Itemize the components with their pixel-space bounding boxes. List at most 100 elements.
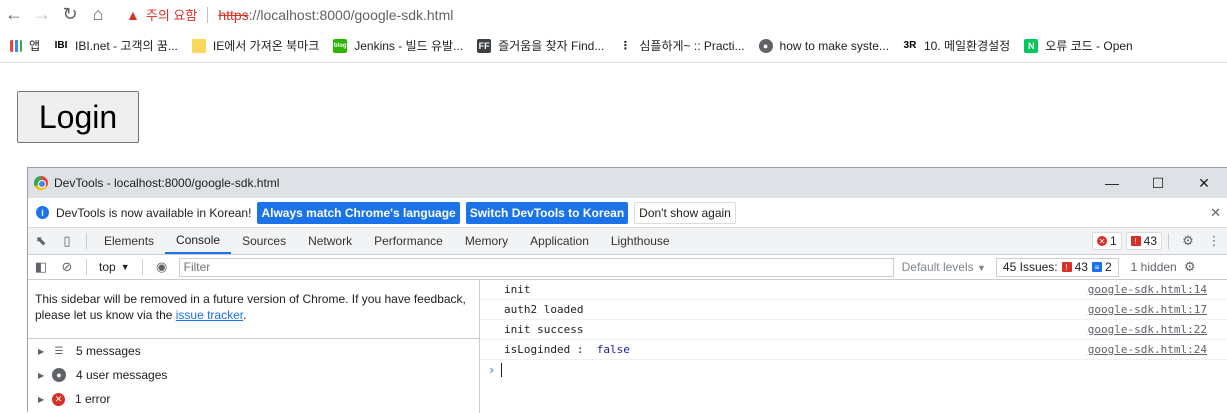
context-selector[interactable]: top ▼ <box>93 260 136 274</box>
console-filterbar: ◧ ⊘ top ▼ ◉ Default levels ▼ 45 Issues: … <box>28 255 1227 280</box>
ff-icon: FF <box>477 38 492 53</box>
eye-icon[interactable]: ◉ <box>149 254 175 280</box>
blog-icon: blog <box>333 38 348 53</box>
error-count-badge[interactable]: ✕ 1 <box>1091 232 1122 250</box>
folder-icon <box>191 38 206 53</box>
hidden-count: 1 hidden <box>1130 260 1177 274</box>
maximize-icon[interactable]: ☐ <box>1135 175 1181 192</box>
console-output: init google-sdk.html:14 auth2 loaded goo… <box>480 280 1227 413</box>
tab-memory[interactable]: Memory <box>454 228 519 254</box>
error-icon: ✕ <box>52 392 65 406</box>
3r-icon: 3R <box>903 40 917 51</box>
issues-button[interactable]: 45 Issues: ! 43 ≡ 2 <box>995 257 1119 277</box>
login-button[interactable]: Login <box>17 91 139 143</box>
tab-sources[interactable]: Sources <box>231 228 297 254</box>
list-icon: ☰ <box>54 345 64 357</box>
expand-caret-icon[interactable]: ▶ <box>38 371 52 380</box>
close-icon[interactable]: ✕ <box>1181 175 1227 192</box>
source-link[interactable]: google-sdk.html:17 <box>1088 303 1207 316</box>
warning-count-badge[interactable]: ! 43 <box>1125 232 1162 250</box>
tab-elements[interactable]: Elements <box>93 228 165 254</box>
inspect-element-icon[interactable]: ⬉ <box>28 228 54 254</box>
bookmark-ibi[interactable]: IBI IBI.net - 고객의 꿈... <box>54 37 178 54</box>
bookmark-howto[interactable]: ● how to make syste... <box>758 38 889 53</box>
toolbar-divider <box>86 233 87 249</box>
minimize-icon[interactable]: — <box>1089 175 1135 192</box>
chrome-logo-icon <box>34 176 48 190</box>
info-icon: i <box>36 206 49 219</box>
console-log-row: init google-sdk.html:14 <box>480 280 1227 300</box>
console-log-row: isLoginded : false google-sdk.html:24 <box>480 340 1227 360</box>
address-divider <box>207 6 209 23</box>
sidebar-item-user-messages[interactable]: ▶ ● 4 user messages <box>28 363 479 387</box>
ibi-icon: IBI <box>54 40 68 51</box>
console-log-row: auth2 loaded google-sdk.html:17 <box>480 300 1227 320</box>
bookmarks-bar: 앱 IBI IBI.net - 고객의 꿈... IE에서 가져온 북마크 bl… <box>0 29 1227 63</box>
chevron-down-icon: ▼ <box>977 263 986 273</box>
warning-icon: ! <box>1130 236 1141 246</box>
chevron-down-icon: ▼ <box>120 262 130 272</box>
expand-caret-icon[interactable]: ▶ <box>38 347 52 356</box>
text-cursor <box>501 363 503 377</box>
forward-arrow-icon[interactable]: → <box>28 1 56 29</box>
url-scheme: https <box>218 6 249 23</box>
issue-tracker-link[interactable]: issue tracker <box>176 308 243 322</box>
dont-show-again-button[interactable]: Don't show again <box>634 201 736 224</box>
bookmark-apps[interactable]: 앱 <box>10 37 40 54</box>
console-prompt[interactable]: › <box>480 360 1227 380</box>
tab-performance[interactable]: Performance <box>363 228 454 254</box>
expand-caret-icon[interactable]: ▶ <box>38 395 52 404</box>
tab-network[interactable]: Network <box>297 228 363 254</box>
sidebar-item-messages[interactable]: ▶ ☰ 5 messages <box>28 339 479 363</box>
device-toolbar-icon[interactable]: ▯ <box>54 228 80 254</box>
tab-lighthouse[interactable]: Lighthouse <box>600 228 681 254</box>
back-arrow-icon[interactable]: ← <box>0 1 28 29</box>
toolbar-divider <box>141 259 143 275</box>
user-icon: ● <box>52 368 66 382</box>
bookmark-jenkins[interactable]: blog Jenkins - 빌드 유발... <box>333 37 463 54</box>
more-options-icon[interactable]: ⋮ <box>1201 228 1227 254</box>
dots-icon: ⋮ <box>619 40 631 52</box>
settings-gear-icon[interactable]: ⚙ <box>1175 228 1201 254</box>
switch-korean-button[interactable]: Switch DevTools to Korean <box>465 201 629 224</box>
bookmark-find[interactable]: FF 즐거움을 찾자 Find... <box>477 37 604 54</box>
bookmark-ie-folder[interactable]: IE에서 가져온 북마크 <box>191 37 319 54</box>
home-icon[interactable]: ⌂ <box>84 1 112 29</box>
tab-console[interactable]: Console <box>165 228 232 254</box>
n-icon: N <box>1024 38 1039 53</box>
devtools-titlebar: DevTools - localhost:8000/google-sdk.htm… <box>28 168 1227 198</box>
bookmark-simple[interactable]: ⋮ 심플하게~ :: Practi... <box>618 37 745 54</box>
infobar-close-icon[interactable]: ✕ <box>1210 205 1221 221</box>
bookmark-error-code[interactable]: N 오류 코드 - Open <box>1024 37 1133 54</box>
sidebar-deprecation-note: This sidebar will be removed in a future… <box>28 280 479 339</box>
console-settings-gear-icon[interactable]: ⚙ <box>1177 254 1203 280</box>
address-bar[interactable]: ▲ 주의 요함 https ://localhost:8000/google-s… <box>126 3 453 27</box>
apps-icon <box>10 39 22 52</box>
browser-toolbar: ← → ↻ ⌂ ▲ 주의 요함 https ://localhost:8000/… <box>0 0 1227 29</box>
tab-application[interactable]: Application <box>519 228 600 254</box>
language-infobar: i DevTools is now available in Korean! A… <box>28 198 1227 228</box>
reload-icon[interactable]: ↻ <box>56 1 84 29</box>
toolbar-divider <box>1168 233 1169 249</box>
warning-icon: ! <box>1061 262 1072 272</box>
console-body: This sidebar will be removed in a future… <box>28 280 1227 413</box>
sidebar-item-errors[interactable]: ▶ ✕ 1 error <box>28 387 479 411</box>
match-language-button[interactable]: Always match Chrome's language <box>257 201 460 224</box>
clear-console-icon[interactable]: ⊘ <box>54 254 80 280</box>
console-sidebar: This sidebar will be removed in a future… <box>28 280 480 413</box>
devtools-tabbar: ⬉ ▯ Elements Console Sources Network Per… <box>28 228 1227 255</box>
log-levels-dropdown[interactable]: Default levels ▼ <box>902 260 986 274</box>
url-path: ://localhost:8000/google-sdk.html <box>248 6 454 23</box>
devtools-window: DevTools - localhost:8000/google-sdk.htm… <box>27 167 1227 413</box>
source-link[interactable]: google-sdk.html:24 <box>1088 343 1207 356</box>
boolean-value: false <box>596 343 630 356</box>
bookmark-mail[interactable]: 3R 10. 메일환경설정 <box>903 37 1011 54</box>
security-status[interactable]: 주의 요함 <box>146 5 197 24</box>
devtools-window-title: DevTools - localhost:8000/google-sdk.htm… <box>54 176 280 190</box>
globe-icon: ● <box>758 38 773 53</box>
source-link[interactable]: google-sdk.html:22 <box>1088 323 1207 336</box>
source-link[interactable]: google-sdk.html:14 <box>1088 283 1207 296</box>
console-filter-input[interactable] <box>178 257 894 277</box>
toolbar-divider <box>86 259 87 275</box>
sidebar-toggle-icon[interactable]: ◧ <box>28 254 54 280</box>
